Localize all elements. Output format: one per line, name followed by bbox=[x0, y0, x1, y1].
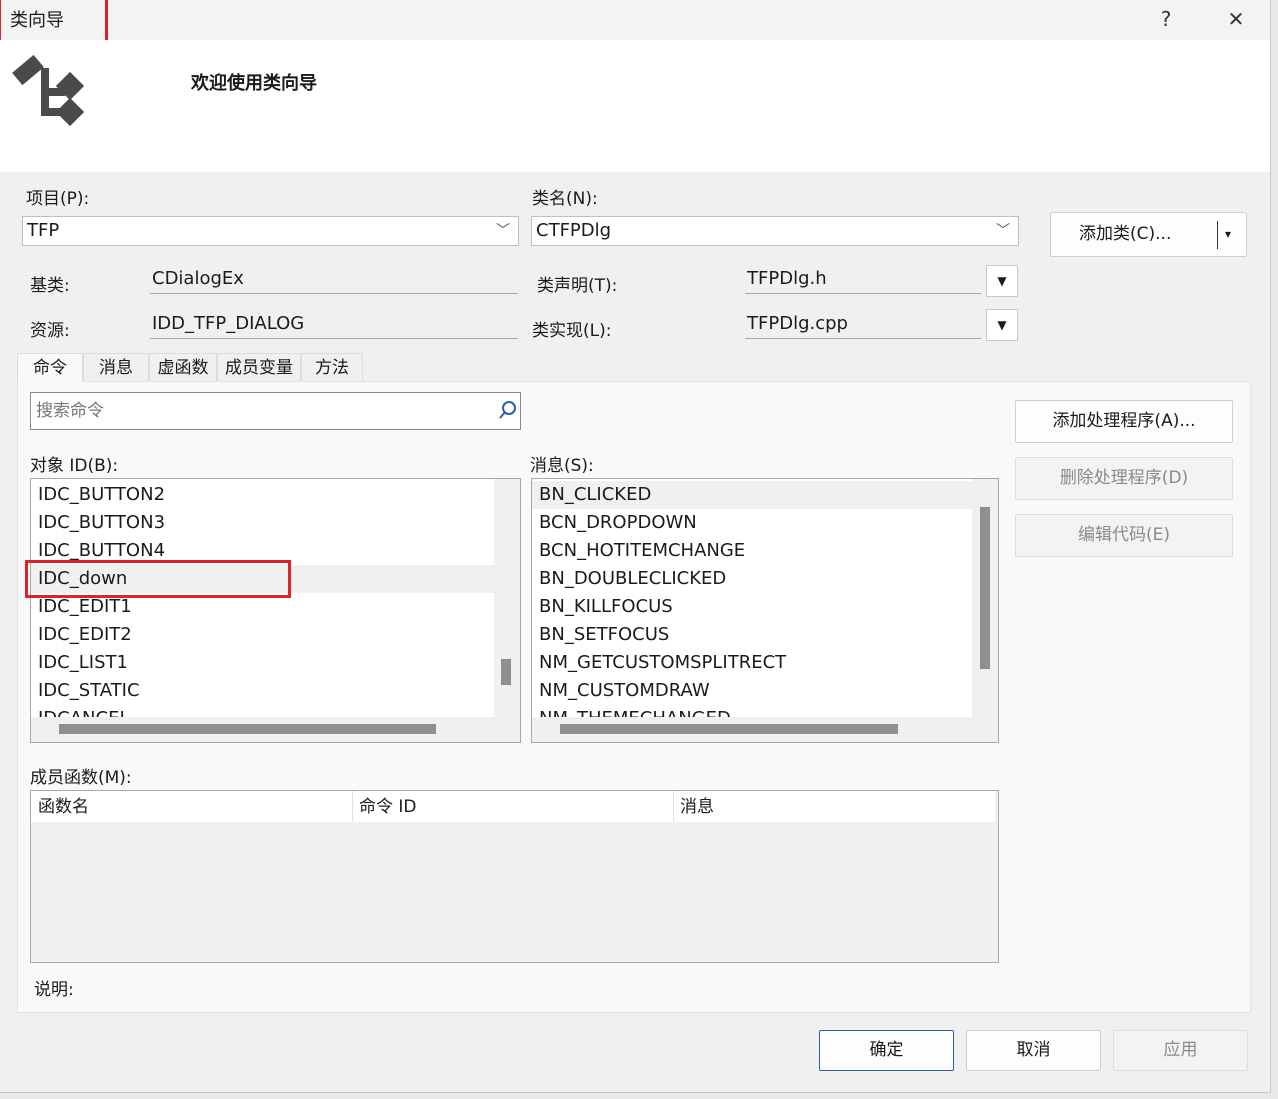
column-header-command-id[interactable]: 命令 ID bbox=[359, 792, 417, 822]
search-box[interactable] bbox=[30, 392, 521, 430]
column-header-message[interactable]: 消息 bbox=[680, 792, 714, 822]
project-combo[interactable]: TFP ﹀ bbox=[22, 216, 519, 246]
dropdown-arrow-icon[interactable]: ▾ bbox=[1225, 213, 1231, 256]
add-class-label: 添加类(C)... bbox=[1079, 224, 1172, 244]
messages-label: 消息(S): bbox=[530, 456, 594, 476]
delete-handler-button[interactable]: 删除处理程序(D) bbox=[1015, 457, 1233, 500]
object-id-list[interactable]: IDC_BUTTON2 IDC_BUTTON3 IDC_BUTTON4 IDC_… bbox=[30, 478, 521, 743]
tab-member-variables[interactable]: 成员变量 bbox=[217, 353, 301, 381]
column-divider bbox=[673, 791, 674, 822]
class-wizard-logo-icon bbox=[8, 50, 88, 130]
tab-virtual-functions[interactable]: 虚函数 bbox=[149, 353, 217, 381]
object-id-list-viewport: IDC_BUTTON2 IDC_BUTTON3 IDC_BUTTON4 IDC_… bbox=[31, 479, 494, 717]
list-item-selected[interactable]: BN_CLICKED bbox=[532, 481, 972, 509]
horizontal-scrollbar-thumb[interactable] bbox=[59, 724, 436, 734]
classname-label: 类名(N): bbox=[532, 189, 598, 209]
list-item[interactable]: NM_GETCUSTOMSPLITRECT bbox=[532, 649, 972, 677]
list-item[interactable]: BN_DOUBLECLICKED bbox=[532, 565, 972, 593]
apply-button[interactable]: 应用 bbox=[1113, 1030, 1248, 1071]
list-item[interactable]: BCN_DROPDOWN bbox=[532, 509, 972, 537]
list-item[interactable]: BCN_HOTITEMCHANGE bbox=[532, 537, 972, 565]
messages-list-viewport: BN_CLICKED BCN_DROPDOWN BCN_HOTITEMCHANG… bbox=[532, 479, 972, 717]
ok-button[interactable]: 确定 bbox=[819, 1030, 954, 1071]
classname-value: CTFPDlg bbox=[536, 220, 612, 241]
grid-header: 函数名 命令 ID 消息 bbox=[31, 791, 995, 822]
list-item[interactable]: NM_CUSTOMDRAW bbox=[532, 677, 972, 705]
list-item[interactable]: IDC_EDIT2 bbox=[31, 621, 494, 649]
search-input[interactable] bbox=[34, 397, 488, 425]
list-item[interactable]: IDC_STATIC bbox=[31, 677, 494, 705]
list-item[interactable]: IDC_BUTTON3 bbox=[31, 509, 494, 537]
list-item[interactable]: BN_SETFOCUS bbox=[532, 621, 972, 649]
member-functions-label: 成员函数(M): bbox=[30, 768, 132, 788]
tab-messages[interactable]: 消息 bbox=[83, 353, 149, 381]
class-wizard-dialog: 类向导 ? ✕ 欢迎使用类向导 项目(P): TFP ﹀ 类名(N): CTFP… bbox=[0, 0, 1271, 1093]
chevron-down-icon: ﹀ bbox=[496, 223, 510, 239]
welcome-text: 欢迎使用类向导 bbox=[191, 73, 317, 94]
description-label: 说明: bbox=[34, 980, 74, 1000]
vertical-scrollbar-thumb[interactable] bbox=[501, 659, 511, 685]
object-id-label: 对象 ID(B): bbox=[30, 456, 119, 476]
member-functions-grid[interactable]: 函数名 命令 ID 消息 bbox=[30, 790, 999, 963]
add-class-divider bbox=[1217, 221, 1218, 249]
project-value: TFP bbox=[27, 220, 60, 241]
project-label: 项目(P): bbox=[26, 189, 90, 209]
class-decl-dropdown-button[interactable]: ▼ bbox=[986, 265, 1018, 297]
resource-field: IDD_TFP_DIALOG bbox=[150, 311, 518, 339]
tab-methods[interactable]: 方法 bbox=[301, 353, 363, 381]
close-button[interactable]: ✕ bbox=[1216, 4, 1256, 34]
class-impl-field: TFPDlg.cpp bbox=[745, 311, 981, 339]
list-item[interactable]: NM_THEMECHANGED bbox=[532, 705, 972, 717]
list-item[interactable]: IDCANCEL bbox=[31, 705, 494, 717]
base-class-label: 基类: bbox=[30, 276, 70, 296]
base-class-field: CDialogEx bbox=[150, 266, 518, 294]
class-impl-label: 类实现(L): bbox=[532, 321, 612, 341]
search-icon[interactable] bbox=[498, 400, 518, 424]
classname-combo[interactable]: CTFPDlg ﹀ bbox=[531, 216, 1019, 246]
wizard-header bbox=[0, 40, 1270, 172]
add-handler-button[interactable]: 添加处理程序(A)... bbox=[1015, 400, 1233, 443]
cancel-button[interactable]: 取消 bbox=[966, 1030, 1101, 1071]
list-item[interactable]: IDC_BUTTON2 bbox=[31, 481, 494, 509]
resource-label: 资源: bbox=[30, 321, 70, 341]
help-button[interactable]: ? bbox=[1146, 4, 1186, 34]
class-impl-dropdown-button[interactable]: ▼ bbox=[986, 309, 1018, 341]
chevron-down-icon: ﹀ bbox=[996, 223, 1010, 239]
messages-list[interactable]: BN_CLICKED BCN_DROPDOWN BCN_HOTITEMCHANG… bbox=[531, 478, 999, 743]
vertical-scrollbar-thumb[interactable] bbox=[980, 507, 990, 669]
column-header-function-name[interactable]: 函数名 bbox=[38, 792, 89, 822]
selected-item-highlight-box bbox=[25, 560, 291, 598]
list-item[interactable]: BN_KILLFOCUS bbox=[532, 593, 972, 621]
tab-commands[interactable]: 命令 bbox=[17, 353, 83, 382]
class-decl-field: TFPDlg.h bbox=[745, 266, 981, 294]
horizontal-scrollbar-thumb[interactable] bbox=[560, 724, 898, 734]
class-decl-label: 类声明(T): bbox=[537, 276, 618, 296]
list-item[interactable]: IDC_LIST1 bbox=[31, 649, 494, 677]
title-bar bbox=[0, 0, 1270, 40]
column-divider bbox=[352, 791, 353, 822]
add-class-button[interactable]: 添加类(C)... ▾ bbox=[1050, 212, 1247, 257]
edit-code-button[interactable]: 编辑代码(E) bbox=[1015, 514, 1233, 557]
